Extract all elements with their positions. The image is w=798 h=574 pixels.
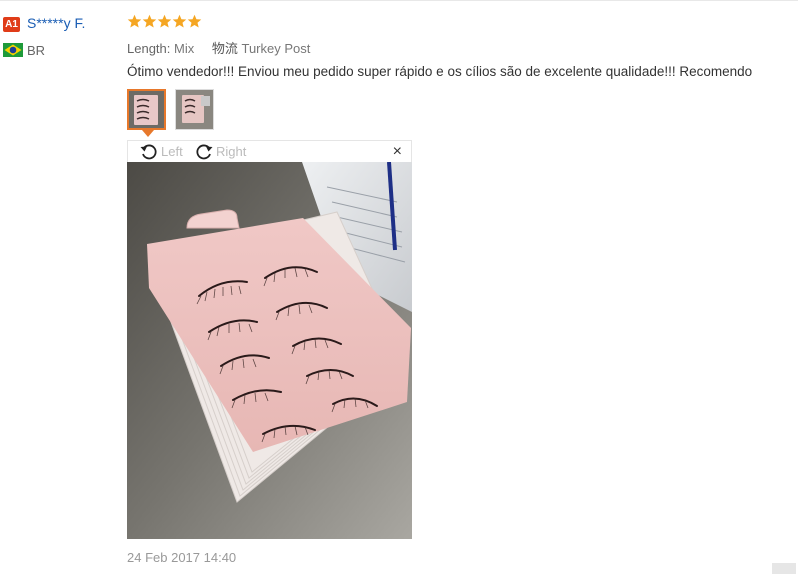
selected-thumbnail-caret bbox=[142, 130, 154, 137]
rotate-right-label: Right bbox=[216, 144, 247, 159]
brazil-flag-icon bbox=[3, 43, 23, 57]
shipping-value: Turkey Post bbox=[241, 41, 311, 56]
rotate-right-button[interactable]: Right bbox=[194, 142, 246, 161]
reviewer-country: BR bbox=[27, 43, 46, 58]
shipping-label: 物流 bbox=[211, 41, 238, 56]
top-divider bbox=[0, 0, 798, 1]
photo-viewer-toolbar: Left Right × bbox=[127, 140, 412, 162]
length-label: Length: bbox=[127, 41, 171, 56]
star-rating bbox=[127, 14, 202, 32]
star-icon bbox=[157, 14, 172, 28]
review-photo-enlarged bbox=[127, 162, 412, 539]
rotate-left-icon bbox=[140, 144, 157, 159]
review-text: Ótimo vendedor!!! Enviou meu pedido supe… bbox=[127, 64, 753, 79]
review-meta: Length: Mix 物流 Turkey Post bbox=[127, 38, 310, 57]
review-photo-thumbnail-1[interactable] bbox=[127, 89, 166, 130]
star-icon bbox=[172, 14, 187, 28]
star-icon bbox=[127, 14, 142, 28]
member-level-badge: A1 bbox=[3, 17, 20, 32]
star-icon bbox=[142, 14, 157, 28]
rotate-left-button[interactable]: Left bbox=[139, 142, 183, 161]
close-viewer-button[interactable]: × bbox=[393, 143, 402, 161]
length-value: Mix bbox=[174, 41, 195, 56]
rotate-right-icon bbox=[196, 144, 213, 159]
rotate-left-label: Left bbox=[161, 144, 183, 159]
review-date: 24 Feb 2017 14:40 bbox=[127, 550, 237, 565]
review-photo-thumbnail-2[interactable] bbox=[175, 89, 214, 130]
reviewer-name[interactable]: S*****y F. bbox=[27, 15, 85, 31]
scroll-to-top-button[interactable] bbox=[772, 563, 796, 574]
star-icon bbox=[187, 14, 202, 28]
